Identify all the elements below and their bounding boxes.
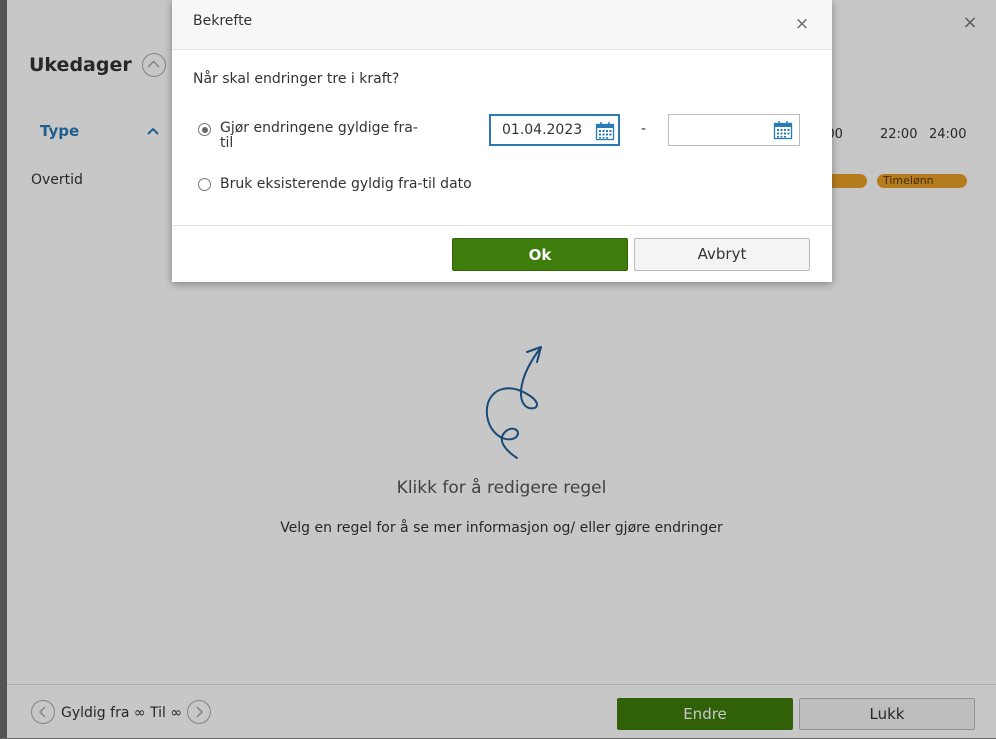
radio-custom-dates-label[interactable]: Gjør endringene gyldige fra-til	[220, 121, 430, 151]
dialog-title: Bekrefte	[193, 13, 253, 29]
cancel-button[interactable]: Avbryt	[634, 238, 810, 271]
ok-button[interactable]: Ok	[452, 238, 628, 271]
date-to-input[interactable]	[668, 114, 800, 146]
date-range-separator: -	[641, 121, 647, 137]
radio-existing-dates-label[interactable]: Bruk eksisterende gyldig fra-til dato	[220, 176, 472, 192]
dialog-header: Bekrefte ×	[172, 0, 832, 50]
radio-existing-dates[interactable]	[198, 178, 211, 191]
radio-custom-dates[interactable]	[198, 123, 211, 136]
close-icon[interactable]: ×	[792, 14, 812, 34]
dialog-question: Når skal endringer tre i kraft?	[193, 71, 400, 87]
date-from-value[interactable]: 01.04.2023	[502, 122, 582, 138]
date-from-input[interactable]: 01.04.2023	[489, 114, 620, 146]
dialog-divider	[172, 225, 832, 226]
calendar-icon[interactable]	[773, 120, 793, 140]
confirm-dialog: Bekrefte × Når skal endringer tre i kraf…	[172, 0, 832, 282]
calendar-icon[interactable]	[595, 121, 615, 141]
